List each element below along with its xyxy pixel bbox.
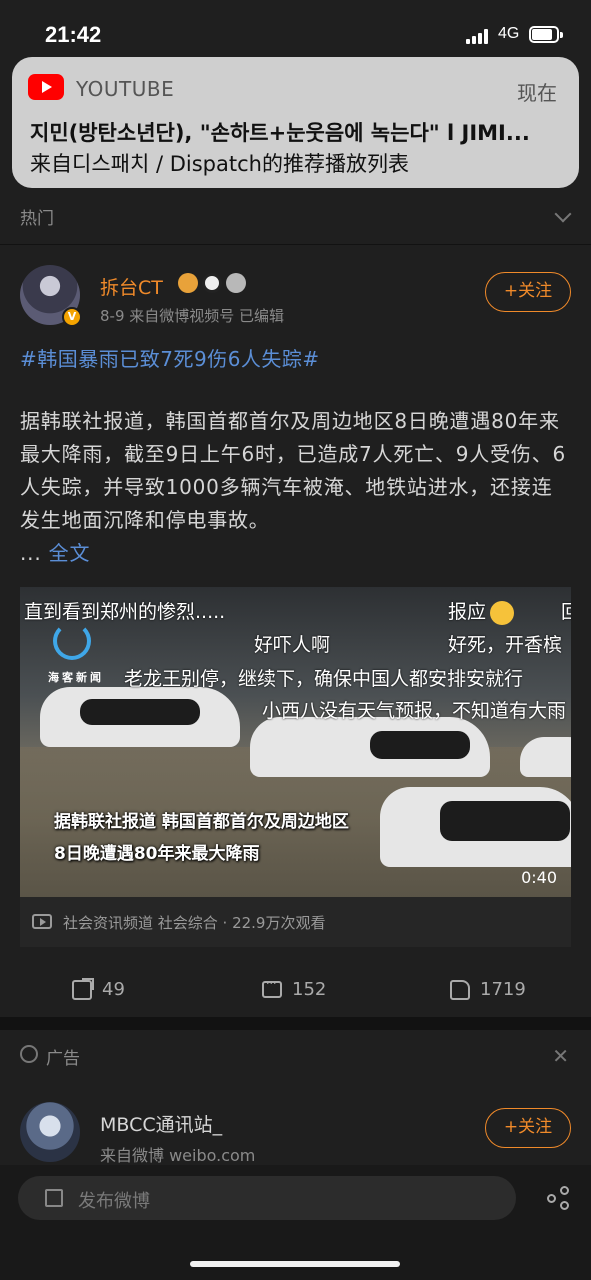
youtube-icon: [28, 74, 64, 100]
status-time: 21:42: [45, 22, 102, 47]
repost-icon: [72, 977, 94, 1000]
chevron-down-icon[interactable]: [554, 205, 572, 223]
medal-badge-icon: [226, 273, 246, 293]
notification-banner[interactable]: YOUTUBE 现在 지민(방탄소년단), "손하트+눈웃음에 녹는다" l J…: [12, 57, 579, 188]
section-label: 热门: [20, 209, 54, 229]
car-shape: [250, 717, 490, 777]
repost-button[interactable]: 49: [72, 977, 125, 1000]
danmaku-comment: 好死，开香槟: [448, 634, 563, 656]
comment-count: 152: [292, 979, 327, 1000]
post-username[interactable]: 拆台CT: [100, 273, 163, 300]
notification-app: YOUTUBE: [76, 77, 175, 101]
post-meta: 8-9 来自微博视频号 已编辑: [100, 307, 285, 325]
video-player[interactable]: 海客新闻 直到看到郑州的惨烈..... 报应 回 好吓人啊 好死，开香槟 老龙王…: [20, 587, 571, 897]
ad-icon: [20, 1045, 38, 1063]
ad-card: 广告 ✕ MBCC通讯站_ 来自微博 weibo.com +关注: [0, 1030, 591, 1165]
panda-badge-icon: [202, 273, 222, 293]
close-icon[interactable]: ✕: [552, 1044, 569, 1068]
user-badges: [178, 273, 246, 293]
car-shape: [520, 737, 571, 777]
post-content: 据韩联社报道，韩国首都首尔及周边地区8日晚遭遇80年来最大降雨，截至9日上午6时…: [20, 405, 572, 570]
like-button[interactable]: 1719: [450, 979, 526, 1000]
video-caption: 8日晚遭遇80年来最大降雨: [54, 844, 260, 864]
compose-input[interactable]: 发布微博: [18, 1176, 516, 1220]
danmaku-comment: 老龙王别停，继续下，确保中国人都安排安就行: [124, 668, 524, 690]
share-icon[interactable]: [547, 1186, 571, 1210]
avatar[interactable]: [20, 1102, 80, 1162]
like-count: 1719: [480, 979, 526, 1000]
edit-icon: [45, 1189, 63, 1207]
notification-title: 지민(방탄소년단), "손하트+눈웃음에 녹는다" l JIMI...: [30, 121, 530, 145]
signal-icon: [466, 28, 492, 44]
compose-placeholder: 发布微博: [78, 1191, 150, 1212]
bottom-bar: 发布微博: [0, 1165, 591, 1280]
video-source-text: 社会资讯频道 社会综合 · 22.9万次观看: [63, 914, 326, 932]
notification-time: 现在: [517, 81, 557, 105]
verified-badge-icon: V: [62, 307, 82, 327]
expand-full-text-link[interactable]: 全文: [49, 541, 91, 565]
weibo-post: V 拆台CT 8-9 来自微博视频号 已编辑 +关注 #韩国暴雨已致7死9伤6人…: [0, 245, 591, 1017]
news-logo-icon: [53, 622, 91, 660]
danmaku-comment: 报应: [448, 597, 515, 625]
ad-account-meta: 来自微博 weibo.com: [100, 1146, 256, 1165]
follow-button[interactable]: +关注: [485, 272, 571, 312]
video-source-bar[interactable]: 社会资讯频道 社会综合 · 22.9万次观看: [20, 897, 571, 947]
smile-emoji-icon: [490, 600, 515, 625]
comment-icon: [262, 977, 282, 998]
repost-count: 49: [102, 979, 125, 1000]
status-bar: 21:42 4G: [0, 0, 591, 60]
battery-icon: [529, 26, 563, 43]
ad-account-name[interactable]: MBCC通讯站_: [100, 1110, 222, 1137]
car-shape: [380, 787, 571, 867]
danmaku-comment: 直到看到郑州的惨烈.....: [24, 601, 226, 623]
video-caption: 据韩联社报道 韩国首都首尔及周边地区: [54, 812, 349, 832]
section-header: 热门: [0, 190, 591, 244]
news-logo-text: 海客新闻: [48, 671, 104, 684]
section-divider: [0, 1017, 591, 1030]
danmaku-comment: 回: [561, 601, 571, 623]
post-text: 据韩联社报道，韩国首都首尔及周边地区8日晚遭遇80年来最大降雨，截至9日上午6时…: [20, 409, 567, 532]
post-actions: 49 152 1719: [0, 967, 591, 1017]
video-duration: 0:40: [521, 868, 557, 887]
home-indicator[interactable]: [190, 1261, 400, 1267]
video-channel-icon: [32, 914, 52, 929]
network-type: 4G: [498, 25, 520, 42]
notification-body: 来自디스패치 / Dispatch的推荐播放列表: [30, 152, 409, 176]
car-shape: [40, 687, 240, 747]
ellipsis: ...: [20, 541, 49, 565]
crown-badge-icon: [178, 273, 198, 293]
post-hashtag[interactable]: #韩国暴雨已致7死9伤6人失踪#: [20, 343, 320, 372]
danmaku-comment: 好吓人啊: [254, 634, 331, 656]
thumbs-up-icon: [450, 979, 470, 1000]
danmaku-text: 报应: [448, 601, 487, 623]
ad-label: 广告: [46, 1049, 80, 1069]
danmaku-comment: 小西八没有天气预报，不知道有大雨: [262, 700, 567, 722]
follow-button[interactable]: +关注: [485, 1108, 571, 1148]
comment-button[interactable]: 152: [262, 977, 327, 1000]
